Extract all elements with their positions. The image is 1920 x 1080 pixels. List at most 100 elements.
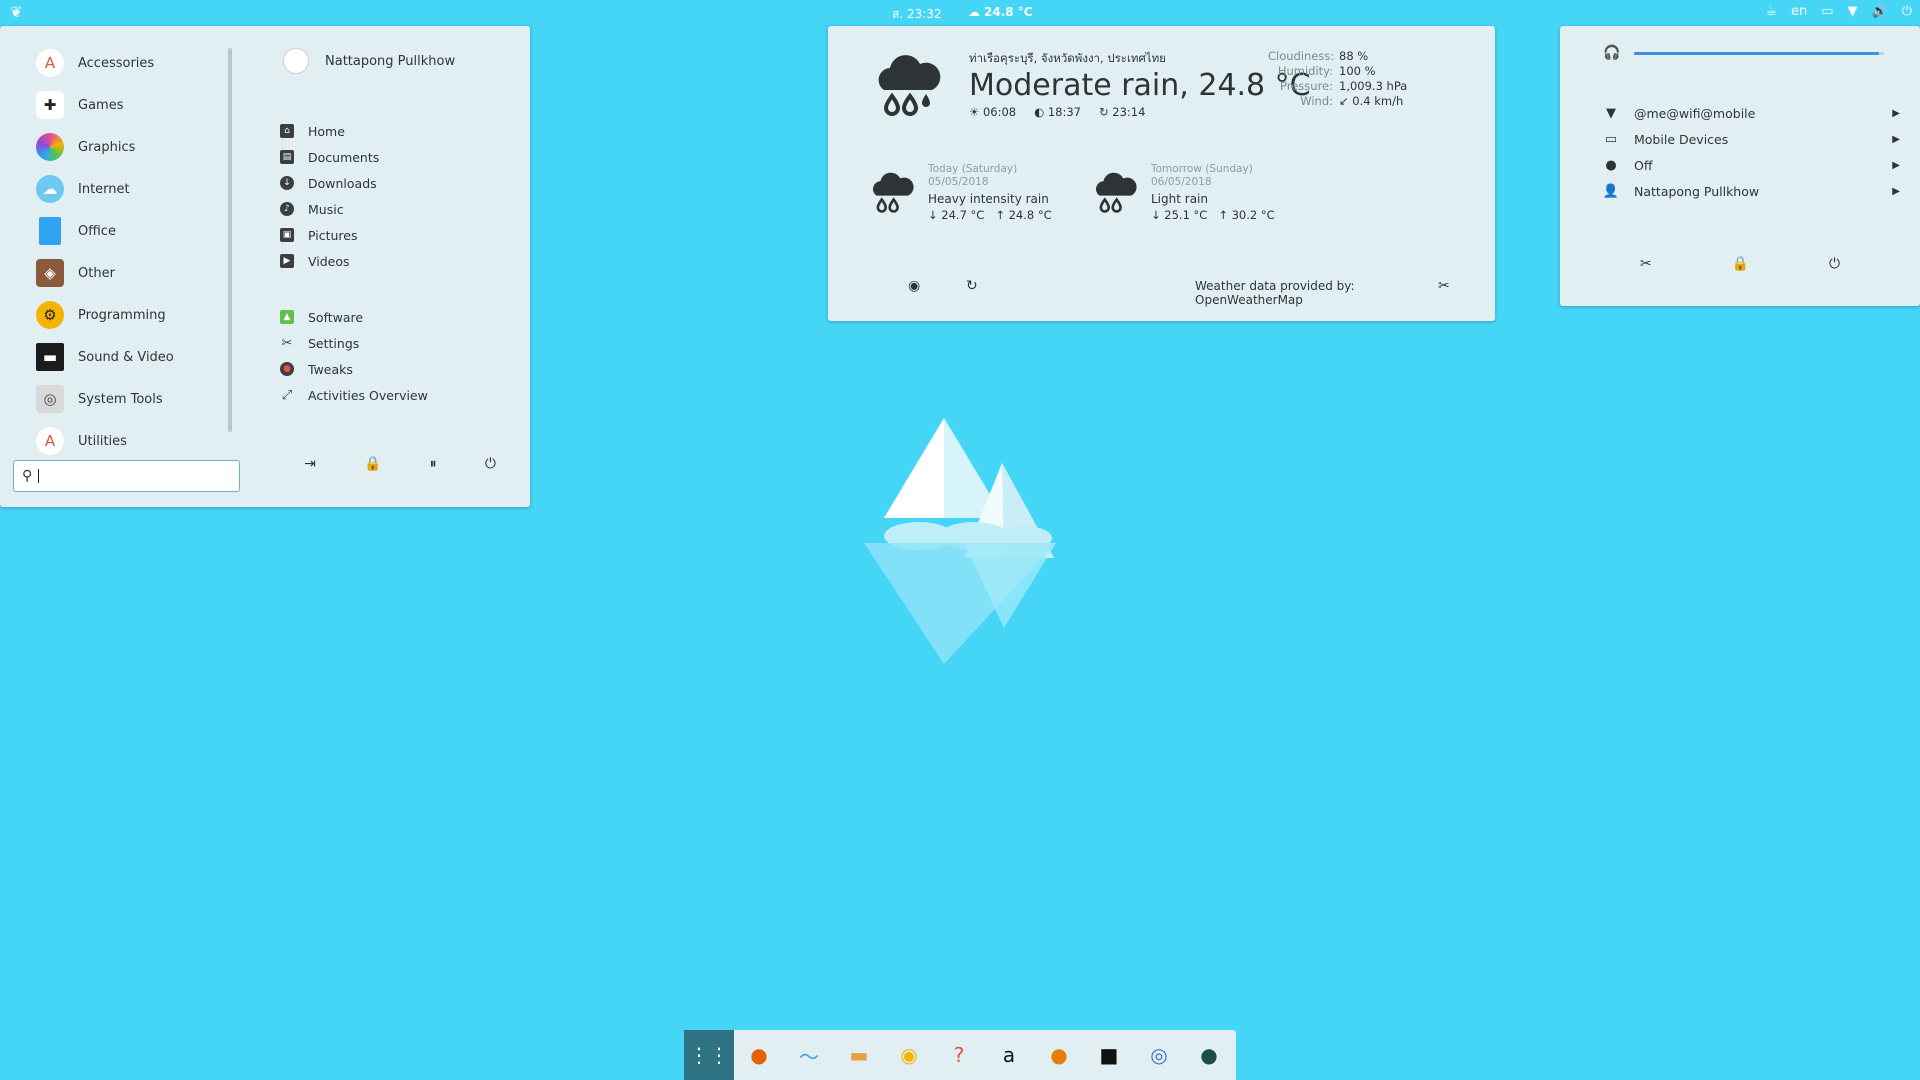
- blender-icon[interactable]: ●: [1034, 1030, 1084, 1080]
- search-input[interactable]: ⚲: [13, 460, 240, 492]
- screen-icon[interactable]: ▭: [1821, 4, 1833, 19]
- app-grid-icon[interactable]: ⋮⋮: [684, 1030, 734, 1080]
- category-label: System Tools: [78, 391, 163, 407]
- mobile-devices-icon: ▭: [1604, 131, 1618, 147]
- keyboard-layout[interactable]: en: [1791, 4, 1807, 19]
- suspend-icon[interactable]: ⏸: [430, 456, 437, 472]
- inkscape-icon[interactable]: ●: [1184, 1030, 1234, 1080]
- detail-value: 1,009.3 hPa: [1339, 79, 1408, 93]
- settings-icon[interactable]: ✂: [1640, 256, 1652, 272]
- category-internet[interactable]: ☁ Internet: [36, 168, 226, 210]
- activities-logo-icon[interactable]: ❦: [10, 3, 23, 21]
- tools-list: ▲ Software ✂ Settings ● Tweaks ⤢ Activities …: [280, 304, 520, 408]
- place-home[interactable]: ⌂ Home: [280, 118, 520, 144]
- weather-settings-icon[interactable]: ✂: [1438, 278, 1450, 294]
- tool-label: Settings: [308, 335, 360, 351]
- avatar: [283, 48, 309, 74]
- lock-icon[interactable]: 🔒: [364, 456, 381, 472]
- krita-icon[interactable]: 〜: [784, 1030, 834, 1080]
- user-item[interactable]: 👤 Nattapong Pullkhow ▶: [1600, 178, 1900, 204]
- place-label: Downloads: [308, 175, 377, 191]
- updated-time: 23:14: [1112, 105, 1146, 119]
- locations-icon[interactable]: ◉: [908, 278, 920, 294]
- category-office[interactable]: Office: [36, 210, 226, 252]
- sunset-icon: ◐: [1034, 105, 1048, 119]
- volume-tray-icon[interactable]: 🔊: [1872, 4, 1888, 19]
- rhythmbox-icon[interactable]: ◉: [884, 1030, 934, 1080]
- category-system-tools[interactable]: ◎ System Tools: [36, 378, 226, 420]
- provider-link[interactable]: OpenWeatherMap: [1195, 293, 1303, 307]
- menu-actions: ⇥ 🔒 ⏸ ⏻: [280, 456, 520, 472]
- place-documents[interactable]: ▤ Documents: [280, 144, 520, 170]
- place-music[interactable]: ♪ Music: [280, 196, 520, 222]
- category-scrollbar[interactable]: [228, 48, 232, 432]
- mobile-devices-item[interactable]: ▭ Mobile Devices ▶: [1600, 126, 1900, 152]
- forecast-low: ↓ 25.1 °C: [1151, 208, 1208, 222]
- detail-key: Humidity:: [1277, 64, 1333, 78]
- tool-activities-overview[interactable]: ⤢ Activities Overview: [280, 382, 520, 408]
- top-bar: ❦ ส. 23:32 ☁ 24.8 °C ☕ en ▭ ▼ 🔊 ⏻: [0, 0, 1920, 24]
- tool-software[interactable]: ▲ Software: [280, 304, 520, 330]
- headphones-icon: 🎧: [1603, 45, 1621, 61]
- rain-cloud-icon: [868, 50, 944, 137]
- refresh-icon[interactable]: ↻: [966, 278, 978, 294]
- power-tray-icon[interactable]: ⏻: [1902, 4, 1912, 19]
- user-row[interactable]: Nattapong Pullkhow: [283, 48, 455, 74]
- wifi-icon: ▼: [1606, 105, 1616, 121]
- firefox-icon[interactable]: ●: [734, 1030, 784, 1080]
- category-label: Graphics: [78, 139, 136, 155]
- power-icon[interactable]: ⏻: [485, 456, 496, 472]
- music-icon: ♪: [280, 202, 294, 216]
- place-label: Videos: [308, 253, 350, 269]
- detail-key: Pressure:: [1280, 79, 1333, 93]
- dock: ⋮⋮ ● 〜 ▬ ◉ ? a ● ■ ◎ ●: [684, 1030, 1236, 1080]
- category-other[interactable]: ◈ Other: [36, 252, 226, 294]
- chevron-right-icon: ▶: [1892, 107, 1900, 119]
- category-sound-video[interactable]: ▬ Sound & Video: [36, 336, 226, 378]
- help-icon[interactable]: ?: [934, 1030, 984, 1080]
- bluetooth-item[interactable]: ● Off ▶: [1600, 152, 1900, 178]
- weather-indicator[interactable]: ☁ 24.8 °C: [968, 5, 1033, 19]
- category-utilities[interactable]: A Utilities: [36, 420, 226, 462]
- place-pictures[interactable]: ▣ Pictures: [280, 222, 520, 248]
- place-label: Music: [308, 201, 344, 217]
- category-accessories[interactable]: A Accessories: [36, 42, 226, 84]
- power-icon[interactable]: ⏻: [1829, 256, 1840, 272]
- places-list: ⌂ Home ▤ Documents ↓ Downloads ♪ Music ▣ Pict…: [280, 118, 520, 274]
- mobile-devices-label: Mobile Devices: [1634, 131, 1729, 147]
- files-icon[interactable]: ▬: [834, 1030, 884, 1080]
- terminal-icon[interactable]: ■: [1084, 1030, 1134, 1080]
- videos-icon: ▶: [280, 254, 294, 268]
- wifi-item[interactable]: ▼ @me@wifi@mobile ▶: [1600, 100, 1900, 126]
- logout-icon[interactable]: ⇥: [304, 456, 316, 472]
- programming-icon: ⚙: [36, 301, 64, 329]
- tweaks-icon: ●: [280, 362, 294, 376]
- category-programming[interactable]: ⚙ Programming: [36, 294, 226, 336]
- user-name: Nattapong Pullkhow: [325, 53, 456, 69]
- category-games[interactable]: ✚ Games: [36, 84, 226, 126]
- coffee-icon[interactable]: ☕: [1765, 4, 1777, 19]
- user-icon: 👤: [1602, 183, 1620, 199]
- forecast-date: 06/05/2018: [1151, 176, 1212, 188]
- weather-condition: Moderate rain, 24.8 °C: [969, 68, 1311, 103]
- rain-cloud-icon: [866, 169, 916, 226]
- category-graphics[interactable]: Graphics: [36, 126, 226, 168]
- volume-slider[interactable]: [1634, 51, 1885, 55]
- office-icon: [39, 217, 61, 245]
- wifi-label: @me@wifi@mobile: [1634, 105, 1756, 121]
- games-icon: ✚: [36, 91, 64, 119]
- amazon-icon[interactable]: a: [984, 1030, 1034, 1080]
- place-downloads[interactable]: ↓ Downloads: [280, 170, 520, 196]
- sunrise-icon: ☀: [969, 105, 983, 119]
- cloud-rain-icon: ☁: [968, 5, 980, 19]
- lock-icon[interactable]: 🔒: [1732, 256, 1749, 272]
- clock[interactable]: ส. 23:32: [892, 5, 942, 24]
- place-videos[interactable]: ▶ Videos: [280, 248, 520, 274]
- tool-settings[interactable]: ✂ Settings: [280, 330, 520, 356]
- chevron-right-icon: ▶: [1892, 159, 1900, 171]
- category-label: Accessories: [78, 55, 155, 71]
- forecast-today: Today (Saturday) 05/05/2018 Heavy intens…: [866, 163, 1052, 226]
- wifi-tray-icon[interactable]: ▼: [1848, 4, 1858, 19]
- chromium-icon[interactable]: ◎: [1134, 1030, 1184, 1080]
- tool-tweaks[interactable]: ● Tweaks: [280, 356, 520, 382]
